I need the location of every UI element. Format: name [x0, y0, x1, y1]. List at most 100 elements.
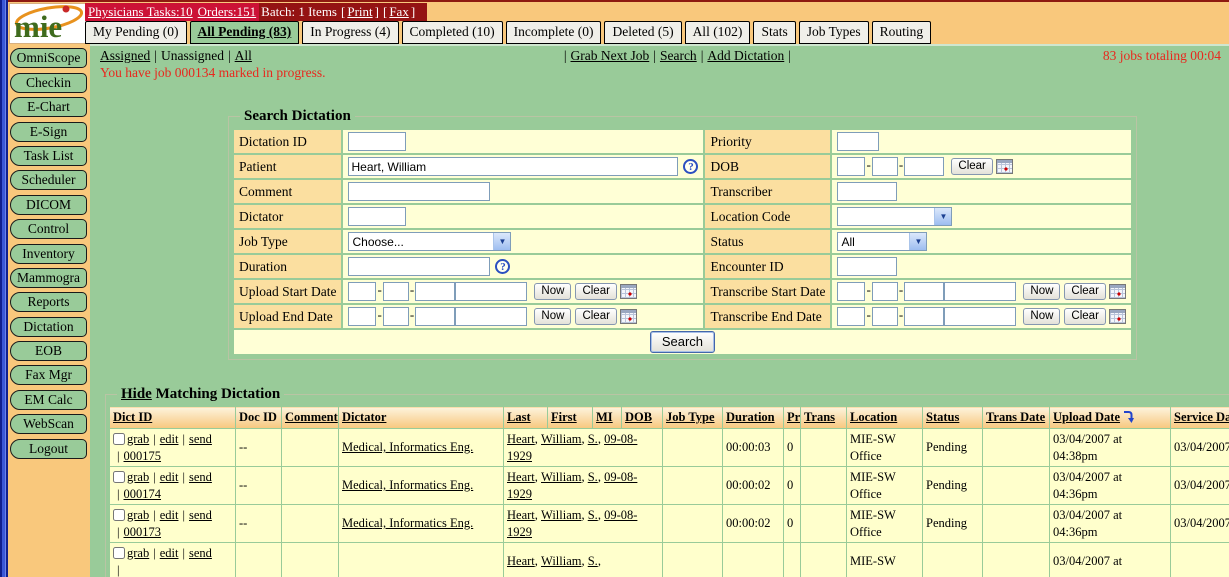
patient-input[interactable] — [348, 157, 678, 176]
encounter-id-input[interactable] — [837, 257, 897, 276]
row-checkbox[interactable] — [113, 509, 125, 521]
patient-last-link[interactable]: Heart — [507, 508, 541, 522]
dictator-link[interactable]: Medical, Informatics Eng. — [342, 440, 473, 454]
patient-last-link[interactable]: Heart — [507, 432, 541, 446]
upload-start-year-input[interactable] — [415, 282, 455, 301]
patient-last-link[interactable]: Heart — [507, 470, 541, 484]
comment-input[interactable] — [348, 182, 490, 201]
sidebar-item-control[interactable]: Control — [10, 219, 87, 239]
send-link[interactable]: send — [189, 432, 212, 446]
sidebar-item-fax-mgr[interactable]: Fax Mgr — [10, 365, 87, 385]
tab-routing[interactable]: Routing — [872, 21, 932, 44]
sidebar-item-e-chart[interactable]: E-Chart — [10, 97, 87, 117]
physicians-tasks-link[interactable]: Physicians Tasks:10 — [88, 4, 193, 20]
col-trans-date[interactable]: Trans Date — [986, 410, 1045, 424]
dictation-id-input[interactable] — [348, 132, 406, 151]
col-trans[interactable]: Trans — [804, 410, 835, 424]
col-upload-date[interactable]: Upload Date — [1053, 410, 1120, 424]
calendar-icon[interactable] — [996, 159, 1013, 174]
col-duration[interactable]: Duration — [726, 410, 775, 424]
row-checkbox[interactable] — [113, 433, 125, 445]
transcribe-start-day-input[interactable] — [872, 282, 898, 301]
col-mi[interactable]: MI — [596, 410, 613, 424]
upload-start-day-input[interactable] — [383, 282, 409, 301]
col-dob[interactable]: DOB — [625, 410, 652, 424]
transcribe-start-year-input[interactable] — [904, 282, 944, 301]
sidebar-item-em-calc[interactable]: EM Calc — [10, 390, 87, 410]
transcribe-end-day-input[interactable] — [872, 307, 898, 326]
upload-start-clear-button[interactable]: Clear — [575, 283, 616, 300]
calendar-icon[interactable] — [620, 309, 637, 324]
upload-start-month-input[interactable] — [348, 282, 376, 301]
patient-mi-link[interactable]: S. — [588, 432, 604, 446]
tab-completed[interactable]: Completed (10) — [402, 21, 503, 44]
sidebar-item-omniscope[interactable]: OmniScope — [10, 48, 87, 68]
edit-link[interactable]: edit — [160, 546, 179, 560]
tab-job-types[interactable]: Job Types — [799, 21, 869, 44]
dictator-link[interactable]: Medical, Informatics Eng. — [342, 516, 473, 530]
send-link[interactable]: send — [189, 508, 212, 522]
priority-input[interactable] — [837, 132, 879, 151]
transcribe-end-clear-button[interactable]: Clear — [1064, 308, 1105, 325]
grab-link[interactable]: grab — [127, 546, 149, 560]
row-checkbox[interactable] — [113, 547, 125, 559]
edit-link[interactable]: edit — [160, 470, 179, 484]
upload-start-now-button[interactable]: Now — [534, 283, 571, 300]
patient-mi-link[interactable]: S. — [588, 470, 604, 484]
grab-next-job-link[interactable]: Grab Next Job — [571, 48, 650, 63]
fax-link[interactable]: Fax — [389, 4, 409, 20]
grab-link[interactable]: grab — [127, 470, 149, 484]
row-checkbox[interactable] — [113, 471, 125, 483]
upload-end-time-input[interactable] — [455, 307, 527, 326]
add-dictation-link[interactable]: Add Dictation — [707, 48, 784, 63]
transcribe-start-month-input[interactable] — [837, 282, 865, 301]
assigned-link[interactable]: Assigned — [100, 48, 150, 63]
grab-link[interactable]: grab — [127, 432, 149, 446]
dob-month-input[interactable] — [837, 157, 865, 176]
upload-end-month-input[interactable] — [348, 307, 376, 326]
col-job-type[interactable]: Job Type — [666, 410, 715, 424]
print-link[interactable]: Print — [347, 4, 372, 20]
sidebar-item-eob[interactable]: EOB — [10, 341, 87, 361]
dict-id-link[interactable]: 000174 — [124, 487, 162, 501]
transcribe-start-time-input[interactable] — [944, 282, 1016, 301]
help-icon[interactable]: ? — [495, 259, 510, 274]
status-select[interactable]: All ▼ — [837, 232, 927, 251]
transcribe-end-now-button[interactable]: Now — [1023, 308, 1060, 325]
upload-end-year-input[interactable] — [415, 307, 455, 326]
calendar-icon[interactable] — [1109, 309, 1126, 324]
patient-first-link[interactable]: William — [541, 508, 588, 522]
tab-incomplete[interactable]: Incomplete (0) — [506, 21, 602, 44]
edit-link[interactable]: edit — [160, 432, 179, 446]
job-type-select[interactable]: Choose... ▼ — [348, 232, 511, 251]
send-link[interactable]: send — [189, 546, 212, 560]
sidebar-item-inventory[interactable]: Inventory — [10, 244, 87, 264]
orders-link[interactable]: Orders:151 — [198, 4, 257, 20]
tab-all[interactable]: All (102) — [685, 21, 751, 44]
patient-first-link[interactable]: William — [541, 432, 588, 446]
transcriber-input[interactable] — [837, 182, 897, 201]
help-icon[interactable]: ? — [683, 159, 698, 174]
upload-start-time-input[interactable] — [455, 282, 527, 301]
sidebar-item-e-sign[interactable]: E-Sign — [10, 122, 87, 142]
tab-all-pending[interactable]: All Pending (83) — [190, 21, 300, 44]
sidebar-item-task-list[interactable]: Task List — [10, 146, 87, 166]
dictator-input[interactable] — [348, 207, 406, 226]
transcribe-end-year-input[interactable] — [904, 307, 944, 326]
sidebar-item-scheduler[interactable]: Scheduler — [10, 170, 87, 190]
edit-link[interactable]: edit — [160, 508, 179, 522]
location-code-select[interactable]: ▼ — [837, 207, 952, 226]
tab-deleted[interactable]: Deleted (5) — [604, 21, 681, 44]
patient-mi-link[interactable]: S. — [588, 554, 604, 568]
patient-first-link[interactable]: William — [541, 470, 588, 484]
col-pri[interactable]: Pri — [787, 410, 801, 424]
sidebar-item-webscan[interactable]: WebScan — [10, 414, 87, 434]
transcribe-end-time-input[interactable] — [944, 307, 1016, 326]
transcribe-start-now-button[interactable]: Now — [1023, 283, 1060, 300]
tab-in-progress[interactable]: In Progress (4) — [302, 21, 398, 44]
sidebar-item-checkin[interactable]: Checkin — [10, 73, 87, 93]
calendar-icon[interactable] — [1109, 284, 1126, 299]
grab-link[interactable]: grab — [127, 508, 149, 522]
tab-my-pending[interactable]: My Pending (0) — [85, 21, 187, 44]
unassigned-label[interactable]: Unassigned — [161, 48, 224, 63]
